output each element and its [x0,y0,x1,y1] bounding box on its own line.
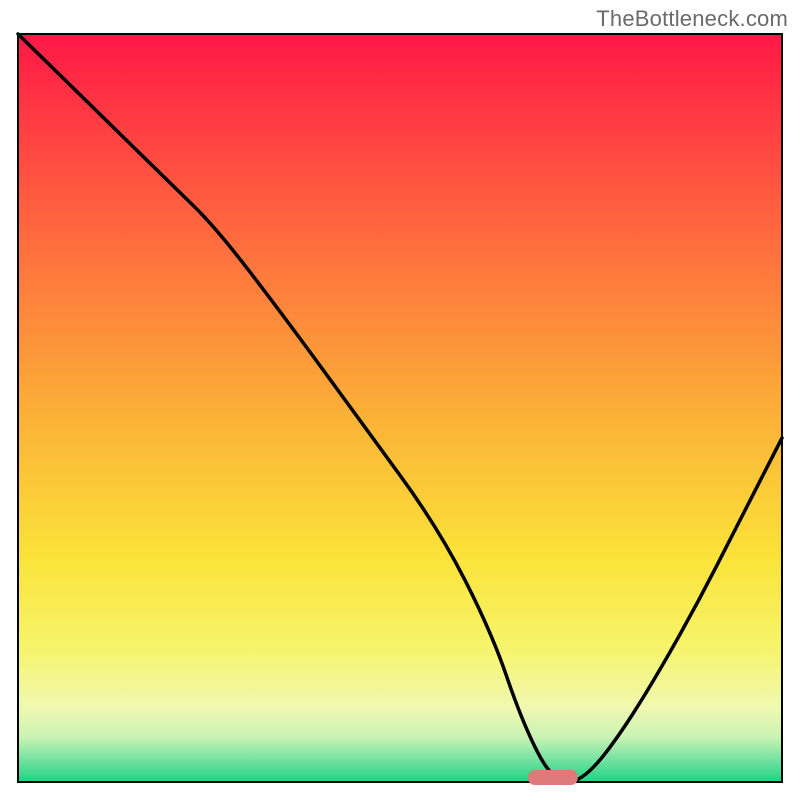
optimal-marker [528,770,578,785]
bottleneck-chart [0,0,800,800]
chart-container: TheBottleneck.com [0,0,800,800]
watermark-text: TheBottleneck.com [596,6,788,32]
